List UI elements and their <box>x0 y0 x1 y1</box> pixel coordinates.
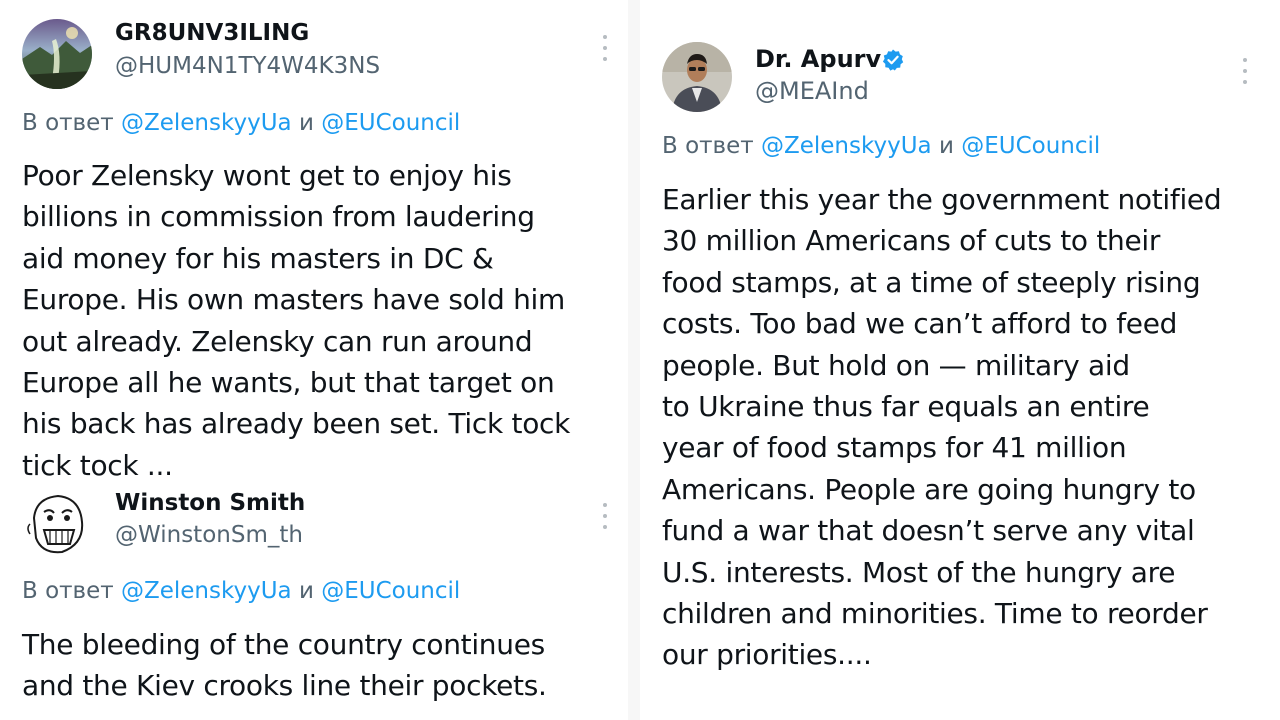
user-handle[interactable]: @WinstonSm_th <box>115 522 303 548</box>
mention-link[interactable]: @ZelenskyyUa <box>121 578 292 604</box>
more-options-icon[interactable] <box>602 503 608 529</box>
tweet-text-line: Earlier this year the government notifie… <box>662 183 1222 216</box>
reply-prefix: В ответ <box>22 578 114 604</box>
reply-conjunction: и <box>298 578 314 604</box>
panel-divider <box>628 0 640 720</box>
tweet-text-line: fund a war that doesn’t serve any vital <box>662 514 1195 548</box>
tweet-text-line: The bleeding of the country continues <box>22 628 545 661</box>
tweet-text-line: costs. Too bad we can’t afford to feed <box>662 307 1178 341</box>
user-handle[interactable]: @HUM4N1TY4W4K3NS <box>115 53 380 79</box>
tweet-text-line: year of food stamps for 41 million <box>662 431 1127 465</box>
reply-conjunction: и <box>298 110 314 136</box>
tweet-text-line: Europe all he wants, but that target on <box>22 366 555 400</box>
tweet-text: The bleeding of the country continues an… <box>22 624 547 707</box>
tweet-text-line: people. But hold on — military aid <box>662 348 1130 382</box>
tweet-text-line: food stamps, at a time of steeply rising <box>662 265 1201 299</box>
tweet-text-line: aid money for his masters in DC & <box>22 241 494 275</box>
tweet-text-line: Poor Zelensky wont get to enjoy his <box>22 159 512 192</box>
avatar[interactable] <box>22 488 92 558</box>
tweet-text-line: to Ukraine thus far equals an entire <box>662 390 1150 424</box>
display-name[interactable]: GR8UNV3ILING <box>115 20 309 46</box>
verified-badge-icon <box>881 48 905 72</box>
more-options-icon[interactable] <box>602 35 608 61</box>
tweet-text: Poor Zelensky wont get to enjoy his bill… <box>22 155 570 486</box>
avatar-landscape-image <box>22 19 92 89</box>
reply-context: В ответ @ZelenskyyUa и @EUCouncil <box>662 133 1100 159</box>
tweet-text-line: tick tock ... <box>22 448 173 482</box>
display-name[interactable]: Dr. Apurv <box>755 45 881 73</box>
tweet-text-line: children and minorities. Time to reorder <box>662 597 1208 631</box>
mention-link[interactable]: @EUCouncil <box>321 578 460 604</box>
display-name[interactable]: Winston Smith <box>115 490 305 516</box>
tweet-text-line: his back has already been set. Tick tock <box>22 407 571 441</box>
avatar[interactable] <box>22 19 92 89</box>
right-tweet-panel: Dr. Apurv @MEAInd В ответ @ZelenskyyUa и… <box>640 0 1280 720</box>
tweet-text-line: and the Kiev crooks line their pockets. <box>22 669 547 703</box>
avatar-person-photo <box>662 42 732 112</box>
tweet-text-line: Europe. His own masters have sold him <box>22 283 565 317</box>
reply-prefix: В ответ <box>22 110 114 136</box>
mention-link[interactable]: @ZelenskyyUa <box>121 110 292 136</box>
tweet-text-line: our priorities.... <box>662 638 872 672</box>
tweet-text: Earlier this year the government notifie… <box>662 179 1222 676</box>
reply-context: В ответ @ZelenskyyUa и @EUCouncil <box>22 578 460 604</box>
tweet-text-line: billions in commission from laudering <box>22 200 535 234</box>
mention-link[interactable]: @ZelenskyyUa <box>761 133 932 159</box>
tweet-text-line: out already. Zelensky can run around <box>22 324 533 358</box>
tweet-text-line: U.S. interests. Most of the hungry are <box>662 555 1176 589</box>
mention-link[interactable]: @EUCouncil <box>321 110 460 136</box>
tweet-text-line: Americans. People are going hungry to <box>662 472 1196 506</box>
reply-conjunction: и <box>938 133 954 159</box>
mention-link[interactable]: @EUCouncil <box>961 133 1100 159</box>
left-tweet-panel: GR8UNV3ILING @HUM4N1TY4W4K3NS В ответ @Z… <box>0 0 628 720</box>
reply-context: В ответ @ZelenskyyUa и @EUCouncil <box>22 110 460 136</box>
tweet-text-line: 30 million Americans of cuts to their <box>662 224 1161 258</box>
reply-prefix: В ответ <box>662 133 754 159</box>
avatar[interactable] <box>662 42 732 112</box>
user-handle[interactable]: @MEAInd <box>755 77 869 105</box>
more-options-icon[interactable] <box>1242 58 1248 84</box>
avatar-meme-face-image <box>22 488 92 558</box>
